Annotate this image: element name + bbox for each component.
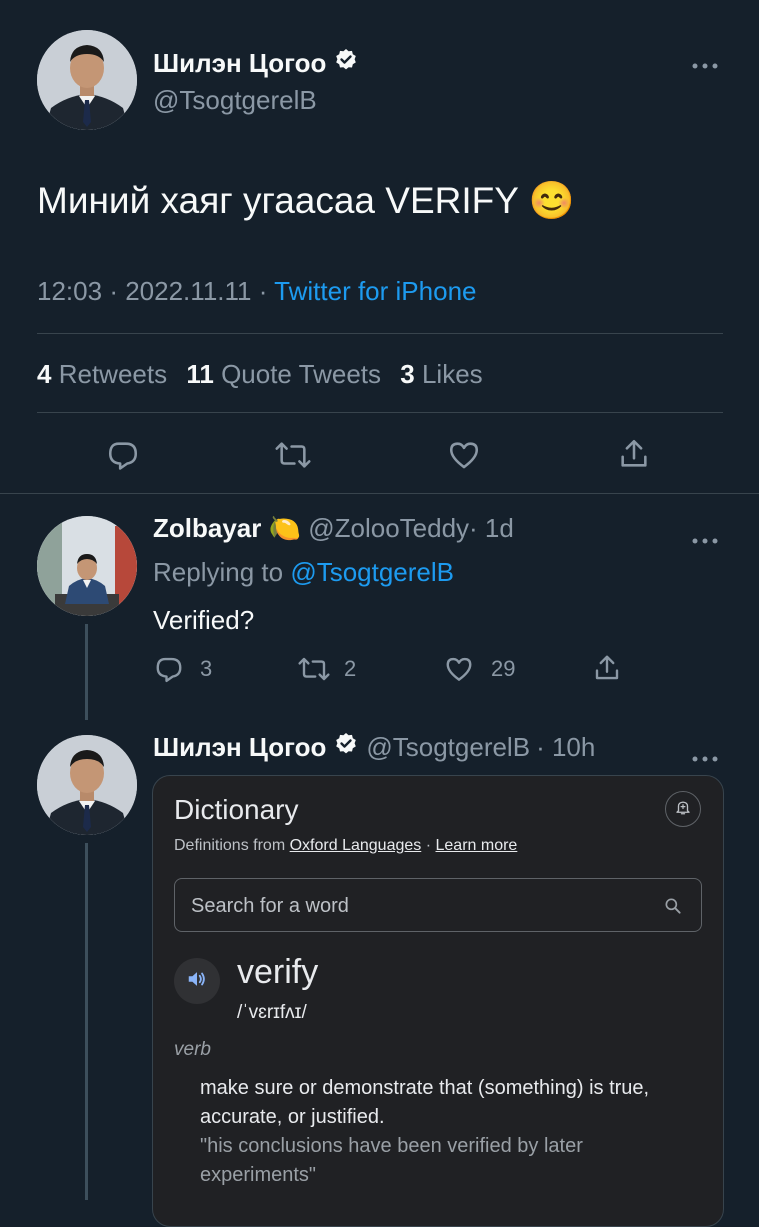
dictionary-example: "his conclusions have been verified by l… bbox=[200, 1135, 583, 1186]
thread-line bbox=[85, 843, 88, 1200]
pronunciation-button[interactable] bbox=[174, 958, 220, 1004]
share-icon[interactable] bbox=[617, 436, 651, 472]
retweet-icon[interactable] bbox=[274, 438, 312, 472]
tweet-meta: 12:03 · 2022.11.11 · Twitter for iPhone bbox=[37, 275, 476, 307]
retweet-icon bbox=[297, 654, 331, 684]
reply-button[interactable]: 3 bbox=[153, 654, 212, 684]
verified-badge-icon bbox=[334, 731, 358, 763]
search-input[interactable]: Search for a word bbox=[191, 894, 349, 918]
author-avatar[interactable] bbox=[37, 30, 137, 130]
divider bbox=[37, 333, 723, 334]
more-icon[interactable] bbox=[692, 743, 718, 769]
reply-count: 3 bbox=[200, 656, 213, 681]
reply-author-handle[interactable]: @TsogtgerelB bbox=[366, 731, 530, 763]
reply-icon[interactable] bbox=[105, 438, 141, 472]
reply-author-emoji: 🍋 bbox=[268, 513, 301, 543]
dictionary-title: Dictionary bbox=[174, 794, 299, 825]
tweet-text-content: Миний хаяг угаасаа VERIFY bbox=[37, 180, 519, 221]
tweet-stats: 4 Retweets 11 Quote Tweets 3 Likes bbox=[37, 358, 483, 390]
quote-tweets-stat[interactable]: 11 Quote Tweets bbox=[186, 359, 381, 389]
likes-stat[interactable]: 3 Likes bbox=[400, 359, 482, 389]
part-of-speech: verb bbox=[174, 1039, 211, 1060]
dictionary-source-line: Definitions from Oxford Languages · Lear… bbox=[174, 836, 517, 856]
tweet-emoji: 😊 bbox=[528, 180, 575, 221]
reply-time[interactable]: · 1d bbox=[469, 513, 514, 543]
learn-more-link[interactable]: Learn more bbox=[436, 837, 518, 854]
tweet-source-link[interactable]: Twitter for iPhone bbox=[274, 276, 476, 306]
retweet-count: 2 bbox=[344, 656, 357, 681]
separator: · bbox=[425, 837, 432, 854]
dictionary-phonetic: /ˈvɛrɪfʌɪ/ bbox=[237, 1002, 307, 1023]
speaker-icon bbox=[186, 968, 208, 995]
reply-icon bbox=[153, 654, 185, 684]
author-handle[interactable]: @TsogtgerelB bbox=[153, 84, 317, 116]
search-icon[interactable] bbox=[663, 896, 683, 921]
share-icon[interactable] bbox=[592, 652, 622, 684]
dictionary-card[interactable]: Dictionary Definitions from Oxford Langu… bbox=[152, 775, 724, 1227]
notification-bell-button[interactable] bbox=[665, 791, 701, 827]
tweet-text: Миний хаяг угаасаа VERIFY 😊 bbox=[37, 178, 575, 224]
reply-author-avatar[interactable] bbox=[37, 735, 137, 835]
replying-to-handle[interactable]: @TsogtgerelB bbox=[290, 557, 454, 587]
reply-author-handle[interactable]: @ZolooTeddy bbox=[308, 513, 469, 543]
retweets-stat[interactable]: 4 Retweets bbox=[37, 359, 167, 389]
reply-text: Verified? bbox=[153, 605, 255, 635]
reply-author-avatar[interactable] bbox=[37, 516, 137, 616]
dictionary-definition: make sure or demonstrate that (something… bbox=[200, 1077, 650, 1128]
heart-icon[interactable] bbox=[446, 438, 482, 472]
divider bbox=[37, 412, 723, 413]
replying-to-label: Replying to bbox=[153, 557, 284, 587]
tweet-time: 12:03 bbox=[37, 276, 103, 306]
reply-author-name[interactable]: Шилэн Цогоо bbox=[153, 731, 326, 763]
reply-author-name[interactable]: Zolbayar bbox=[153, 513, 261, 543]
author-name[interactable]: Шилэн Цогоо bbox=[153, 47, 326, 79]
like-count: 29 bbox=[491, 656, 516, 681]
heart-icon bbox=[443, 654, 475, 684]
dictionary-source-prefix: Definitions from bbox=[174, 837, 286, 854]
thread-line bbox=[85, 624, 88, 720]
dictionary-search-box[interactable]: Search for a word bbox=[174, 878, 702, 932]
separator: · bbox=[258, 276, 268, 306]
retweet-button[interactable]: 2 bbox=[297, 654, 356, 684]
replying-to: Replying to @TsogtgerelB bbox=[153, 556, 454, 588]
more-icon[interactable] bbox=[692, 525, 718, 551]
like-button[interactable]: 29 bbox=[443, 654, 515, 684]
oxford-languages-link[interactable]: Oxford Languages bbox=[290, 837, 422, 854]
separator: · bbox=[109, 276, 118, 306]
verified-badge-icon bbox=[334, 47, 358, 79]
more-icon[interactable] bbox=[692, 50, 718, 76]
divider bbox=[0, 493, 759, 494]
reply-time[interactable]: · 10h bbox=[536, 731, 595, 763]
dictionary-word: verify bbox=[237, 953, 319, 991]
bell-plus-icon bbox=[674, 798, 692, 821]
tweet-date: 2022.11.11 bbox=[125, 276, 252, 306]
